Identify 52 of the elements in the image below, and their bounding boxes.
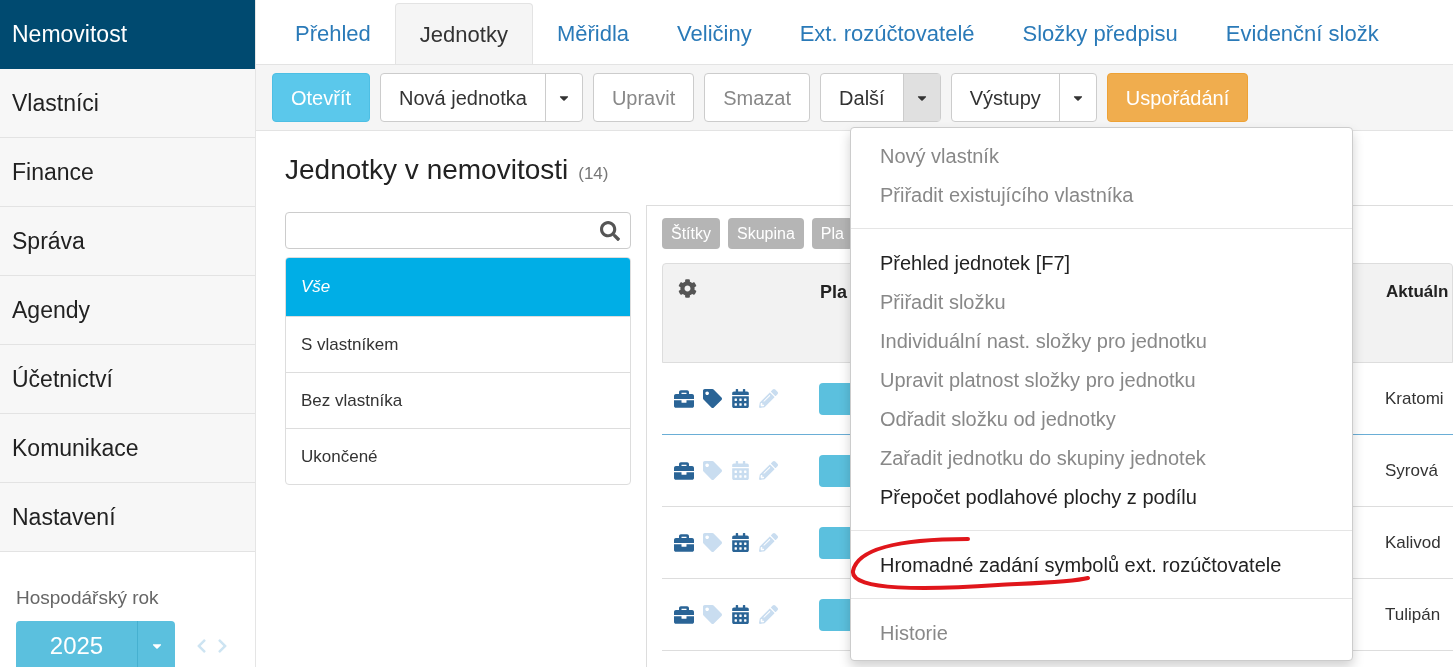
briefcase-icon[interactable] xyxy=(674,460,694,481)
page-title: Jednotky v nemovitosti xyxy=(285,153,569,187)
settings-icon[interactable] xyxy=(678,279,697,298)
tab[interactable]: Měřidla xyxy=(532,3,654,64)
column-header[interactable]: Pla xyxy=(820,282,848,302)
calendar-icon[interactable] xyxy=(731,605,750,624)
sidebar-item[interactable]: Nemovitost xyxy=(0,0,255,69)
menu-item[interactable]: Přepočet podlahové plochy z podílu xyxy=(851,477,1352,516)
pencil-icon[interactable] xyxy=(759,605,778,624)
sidebar-item[interactable]: Účetnictví xyxy=(0,345,255,414)
calendar-icon[interactable] xyxy=(731,389,750,408)
table-cell: Kalivod xyxy=(1385,532,1441,552)
tab[interactable]: Složky předpisu xyxy=(998,3,1202,64)
table-cell: Tulipán xyxy=(1385,604,1441,624)
fiscal-year-label: Hospodářský rok xyxy=(16,586,160,610)
tab[interactable]: Veličiny xyxy=(653,3,776,64)
briefcase-icon[interactable] xyxy=(674,388,694,409)
sidebar-item[interactable]: Komunikace xyxy=(0,414,255,483)
filter-item[interactable]: Vše xyxy=(286,258,630,316)
table-cell: Kratomi xyxy=(1385,388,1444,408)
sidebar-item[interactable]: Finance xyxy=(0,138,255,207)
tab[interactable]: Evidenční složk xyxy=(1201,3,1403,64)
filter-item[interactable]: Bez vlastníka xyxy=(286,372,630,428)
search-field[interactable] xyxy=(285,212,631,249)
pencil-icon[interactable] xyxy=(759,461,778,480)
tag-icon[interactable] xyxy=(703,389,722,408)
search-icon xyxy=(600,220,620,241)
next-icon[interactable] xyxy=(216,637,229,654)
calendar-icon[interactable] xyxy=(731,533,750,552)
sidebar-item[interactable]: Nastavení xyxy=(0,483,255,552)
table-cell: Syrová xyxy=(1385,460,1438,480)
previous-icon[interactable] xyxy=(195,637,208,654)
sidebar-item[interactable]: Správa xyxy=(0,207,255,276)
filter-item[interactable]: S vlastníkem xyxy=(286,316,630,372)
column-header[interactable]: Aktuáln xyxy=(1386,282,1449,301)
tab[interactable]: Ext. rozúčtovatelé xyxy=(775,3,999,64)
pencil-icon[interactable] xyxy=(759,533,778,552)
briefcase-icon[interactable] xyxy=(674,604,694,625)
briefcase-icon[interactable] xyxy=(674,532,694,553)
sidebar-item[interactable]: Agendy xyxy=(0,276,255,345)
count-label: (14) xyxy=(578,163,609,185)
tab[interactable]: Přehled xyxy=(271,3,395,64)
toolbar-button[interactable]: Výstupy xyxy=(951,74,1059,121)
menu-item[interactable]: Hromadné zadání symbolů ext. rozúčtovatele xyxy=(851,545,1352,584)
toolbar-button[interactable]: Další xyxy=(821,74,903,121)
sidebar-item[interactable]: Vlastníci xyxy=(0,69,255,138)
tab[interactable]: Jednotky xyxy=(394,3,533,64)
menu-item[interactable]: Přehled jednotek [F7] xyxy=(851,243,1352,282)
filter-item[interactable]: Ukončené xyxy=(286,428,630,484)
toolbar-button[interactable]: Nová jednotka xyxy=(381,74,545,121)
dropdown-toggle[interactable] xyxy=(902,74,940,121)
pencil-icon[interactable] xyxy=(759,389,778,408)
